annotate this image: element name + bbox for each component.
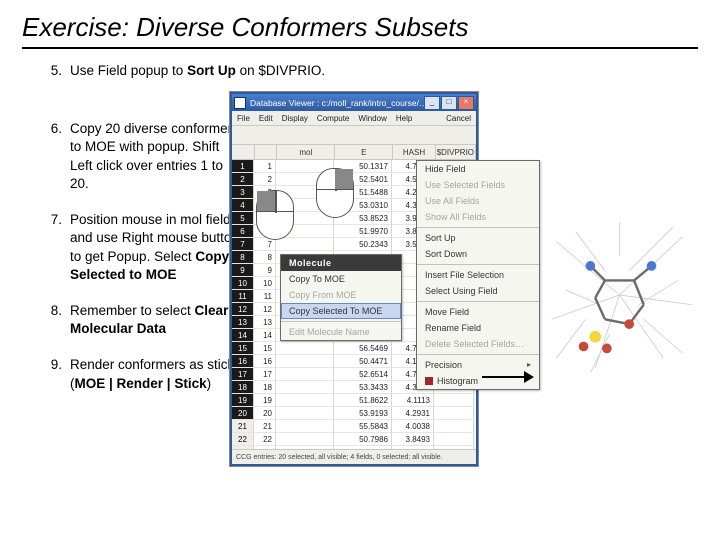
titlebar[interactable]: Database Viewer : c:/moll_rank/intro_cou…	[232, 94, 476, 111]
steps-list: 5. Use Field popup to Sort Up on $DIVPRI…	[40, 62, 240, 411]
page-title: Exercise: Diverse Conformers Subsets	[22, 12, 698, 49]
context-menu-field: Hide Field Use Selected Fields Use All F…	[416, 160, 540, 390]
ctx-select-using-field[interactable]: Select Using Field	[417, 283, 539, 299]
ctx-copy-from-moe[interactable]: Copy From MOE	[281, 287, 401, 303]
step-6: 6. Copy 20 diverse conformers to MOE wit…	[40, 120, 240, 193]
menu-bar[interactable]: File Edit Display Compute Window Help Ca…	[232, 111, 476, 126]
col-index[interactable]	[232, 145, 255, 159]
status-bar: CCG entries: 20 selected, all visible; 4…	[232, 449, 476, 464]
maximize-button[interactable]: □	[441, 96, 457, 110]
close-button[interactable]: ×	[458, 96, 474, 110]
col-mol[interactable]: mol	[277, 145, 335, 159]
context-menu-molecule: Molecule Copy To MOE Copy From MOE Copy …	[280, 254, 402, 341]
menu-file[interactable]: File	[237, 114, 250, 123]
ctx-sort-down[interactable]: Sort Down	[417, 246, 539, 262]
ctx-edit-molecule-name[interactable]: Edit Molecule Name	[281, 324, 401, 340]
col-e[interactable]: E	[335, 145, 393, 159]
ctx-separator	[281, 321, 401, 322]
ctx-rename-field[interactable]: Rename Field	[417, 320, 539, 336]
ctx-use-selected-fields[interactable]: Use Selected Fields	[417, 177, 539, 193]
ctx-insert-file-selection[interactable]: Insert File Selection	[417, 267, 539, 283]
minimize-button[interactable]: _	[424, 96, 440, 110]
ctx-copy-selected-to-moe[interactable]: Copy Selected To MOE	[281, 303, 401, 319]
window-title: Database Viewer : c:/moll_rank/intro_cou…	[250, 98, 424, 108]
table-row[interactable]: 191951.86224.1113	[232, 394, 476, 407]
ctx-use-all-fields[interactable]: Use All Fields	[417, 193, 539, 209]
ctx-show-all-fields[interactable]: Show All Fields	[417, 209, 539, 225]
ctx-move-field[interactable]: Move Field	[417, 304, 539, 320]
ctx-header: Molecule	[281, 255, 401, 271]
table-row[interactable]: 222250.79863.8493	[232, 433, 476, 446]
menu-compute[interactable]: Compute	[317, 114, 349, 123]
mouse-right-click-icon	[316, 168, 358, 226]
step-9: 9. Render conformers as stick (MOE | Ren…	[40, 356, 240, 392]
menu-display[interactable]: Display	[282, 114, 308, 123]
arrow-icon	[482, 370, 534, 384]
app-icon	[234, 97, 246, 109]
ctx-delete-selected-fields[interactable]: Delete Selected Fields…	[417, 336, 539, 352]
menu-edit[interactable]: Edit	[259, 114, 273, 123]
step-5: 5. Use Field popup to Sort Up on $DIVPRI…	[40, 62, 440, 80]
menu-window[interactable]: Window	[358, 114, 386, 123]
mouse-left-click-icon	[256, 190, 298, 248]
toolbar	[232, 126, 476, 145]
menu-cancel[interactable]: Cancel	[446, 114, 471, 123]
molecule-render	[537, 210, 702, 380]
step-8: 8. Remember to select Clear Molecular Da…	[40, 302, 240, 338]
col-divprio[interactable]: $DIVPRIO	[436, 145, 476, 159]
table-row[interactable]: 212155.58434.0038	[232, 420, 476, 433]
table-row[interactable]: 202053.91934.2931	[232, 407, 476, 420]
step-7: 7. Position mouse in mol field and use R…	[40, 211, 240, 284]
column-headers: mol E HASH $DIVPRIO	[232, 145, 476, 160]
ctx-hide-field[interactable]: Hide Field	[417, 161, 539, 177]
col-blank[interactable]	[255, 145, 278, 159]
menu-help[interactable]: Help	[396, 114, 412, 123]
ctx-copy-to-moe[interactable]: Copy To MOE	[281, 271, 401, 287]
ctx-sort-up[interactable]: Sort Up	[417, 230, 539, 246]
col-hash[interactable]: HASH	[393, 145, 435, 159]
